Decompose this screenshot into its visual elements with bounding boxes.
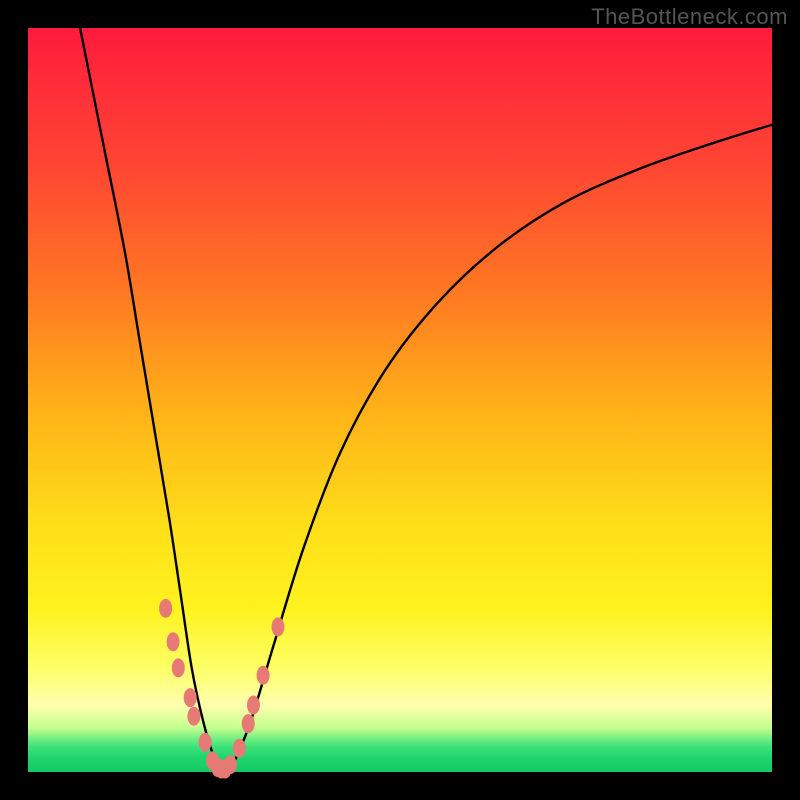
bead-marker: [167, 632, 180, 651]
curve-svg: [28, 28, 772, 772]
bead-marker: [159, 599, 172, 618]
highlight-beads: [159, 599, 284, 779]
bead-marker: [224, 755, 237, 774]
chart-frame: TheBottleneck.com: [0, 0, 800, 800]
bead-marker: [257, 666, 270, 685]
bead-marker: [184, 688, 197, 707]
bead-marker: [271, 617, 284, 636]
bead-marker: [233, 739, 246, 758]
plot-area: [28, 28, 772, 772]
bead-marker: [247, 696, 260, 715]
bead-marker: [199, 733, 212, 752]
bottleneck-curve: [80, 28, 772, 771]
watermark-text: TheBottleneck.com: [591, 4, 788, 30]
bead-marker: [242, 714, 255, 733]
bead-marker: [187, 707, 200, 726]
bead-marker: [172, 658, 185, 677]
